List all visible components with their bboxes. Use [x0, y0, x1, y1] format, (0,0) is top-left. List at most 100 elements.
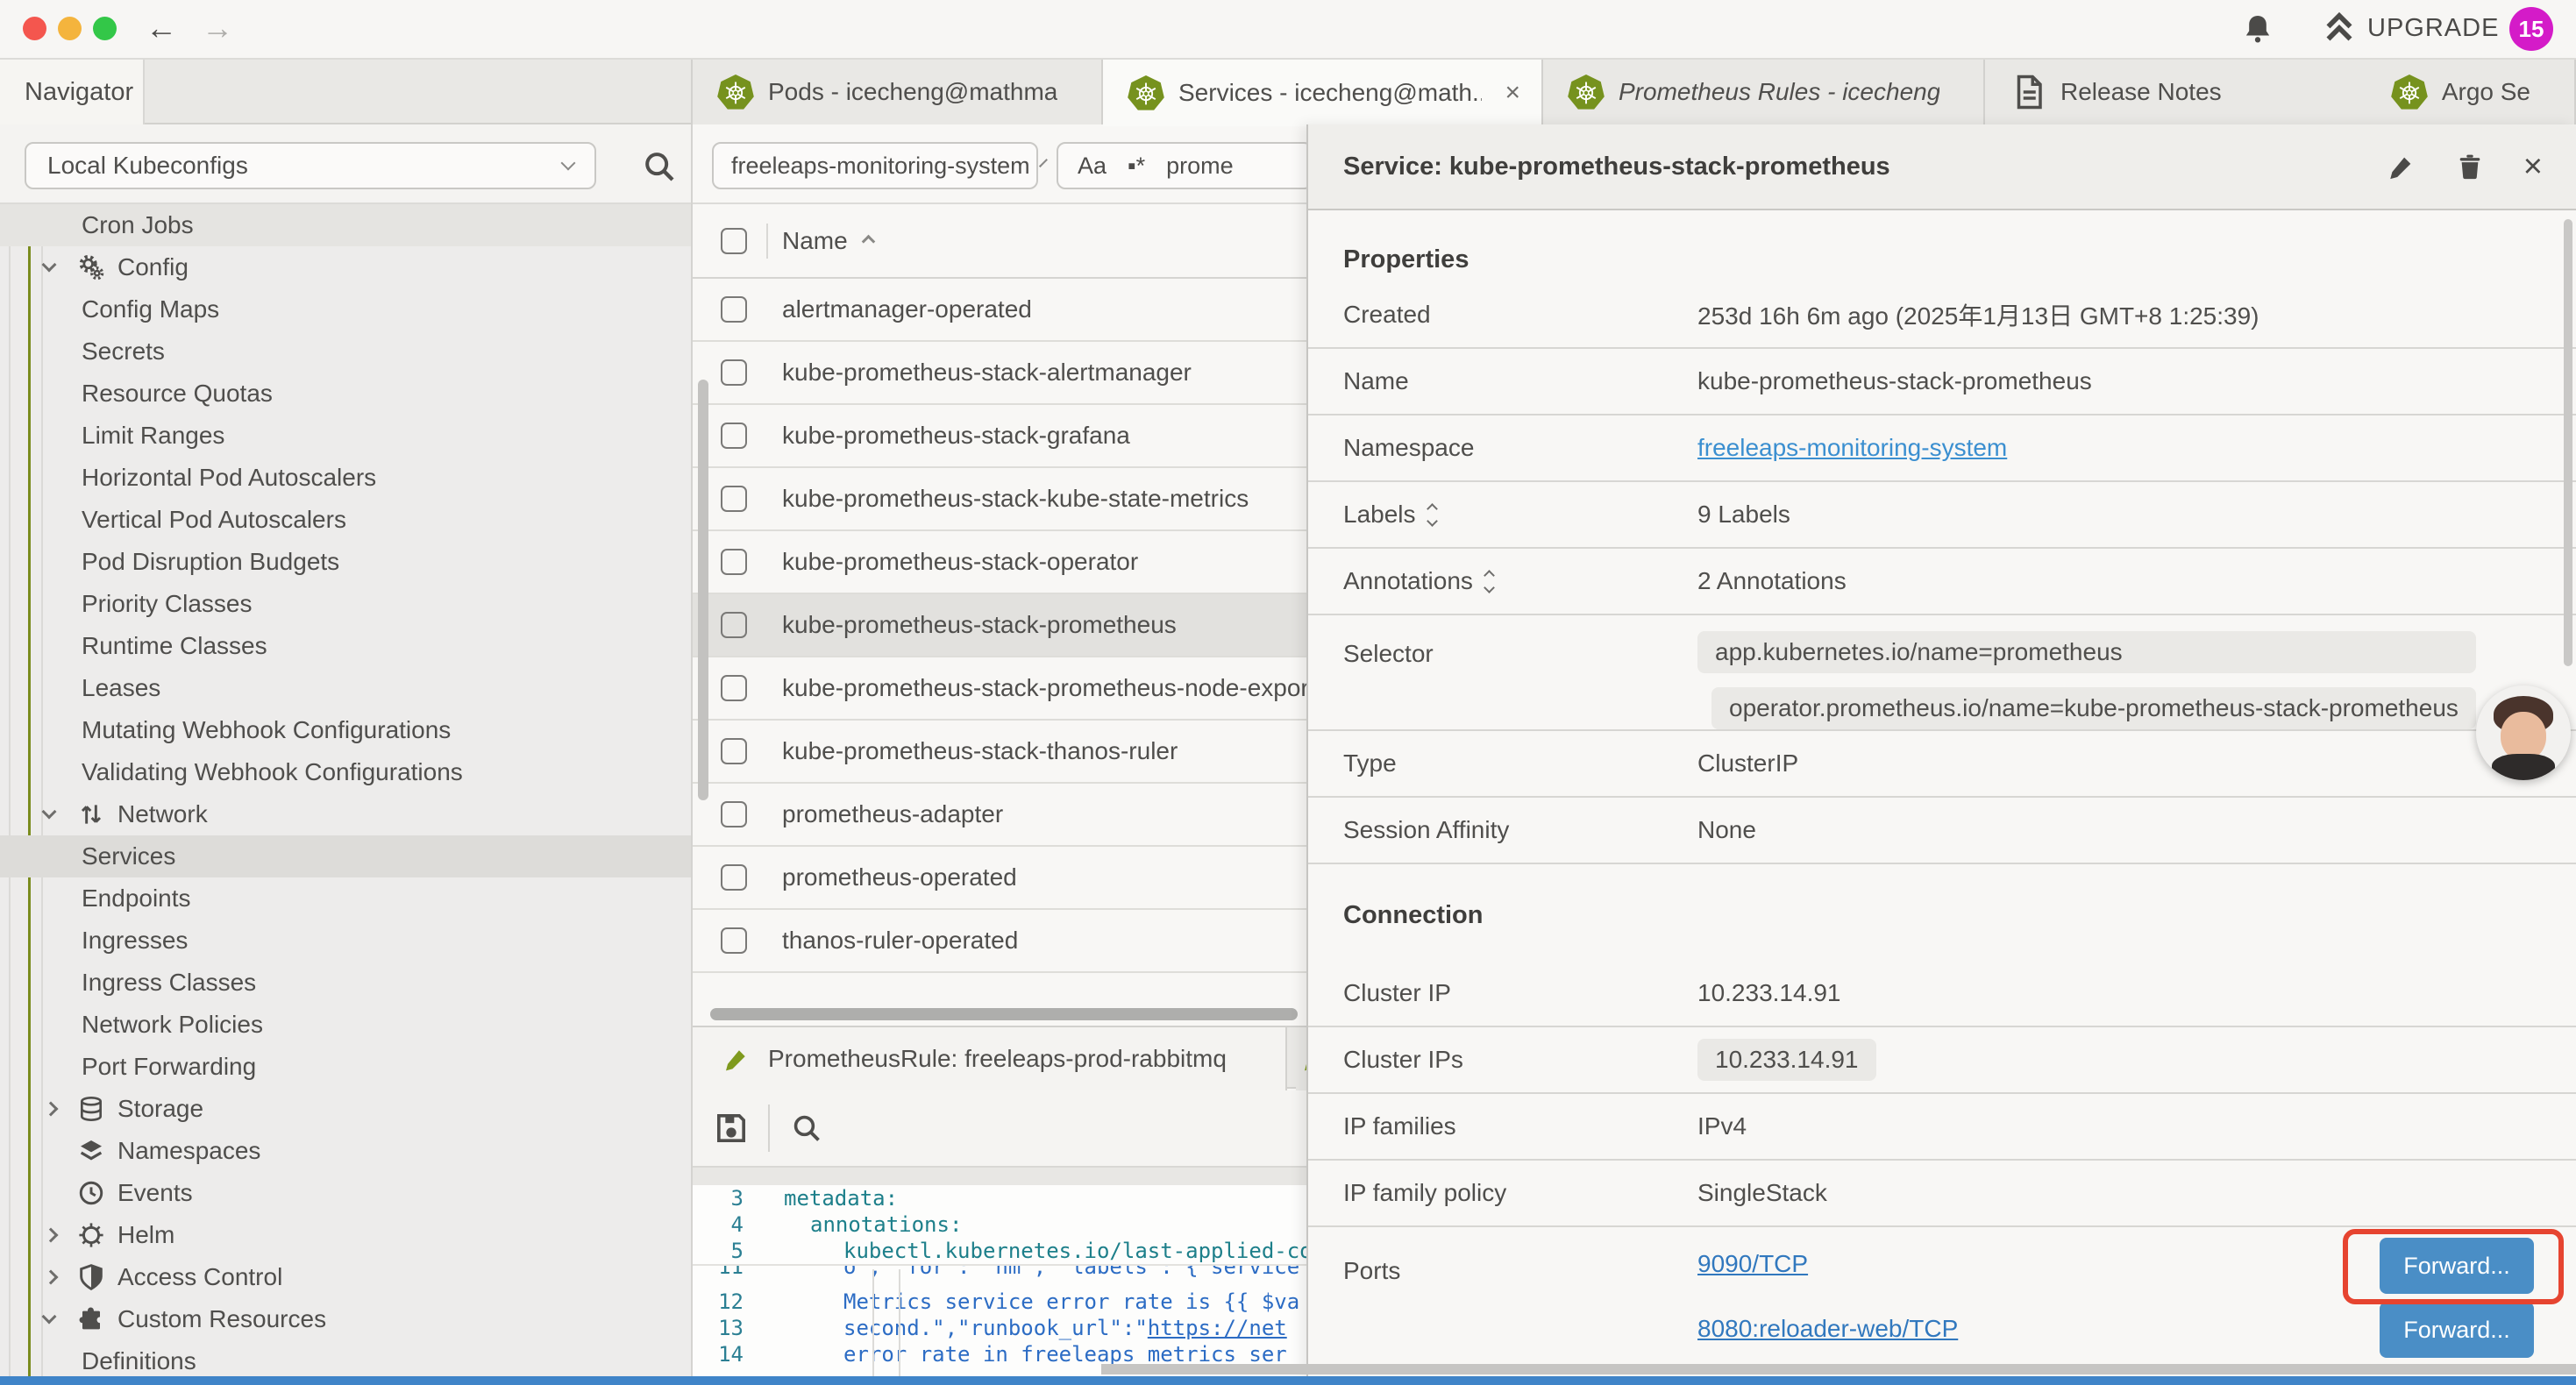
- row-checkbox[interactable]: [721, 612, 747, 638]
- match-case-toggle[interactable]: Aa: [1078, 153, 1107, 180]
- row-checkbox[interactable]: [721, 296, 747, 323]
- resource-search-input[interactable]: Aa ▪* prome: [1057, 142, 1306, 189]
- table-row[interactable]: kube-prometheus-stack-prometheus: [693, 594, 1306, 657]
- editor-tab-partial[interactable]: [1296, 1027, 1306, 1090]
- table-row[interactable]: kube-prometheus-stack-operator: [693, 531, 1306, 594]
- namespace-select[interactable]: freeleaps-monitoring-system: [712, 142, 1038, 189]
- port-link-8080[interactable]: 8080:reloader-web/TCP: [1697, 1315, 1958, 1343]
- upgrade-button[interactable]: UPGRADE: [2322, 11, 2499, 46]
- table-row[interactable]: alertmanager-operated: [693, 279, 1306, 342]
- table-row[interactable]: kube-prometheus-stack-kube-state-metrics: [693, 468, 1306, 531]
- row-checkbox[interactable]: [721, 864, 747, 891]
- notification-count-badge[interactable]: 15: [2509, 7, 2553, 51]
- tree-chevron-icon[interactable]: [44, 1190, 77, 1196]
- minimize-window-button[interactable]: [58, 17, 82, 40]
- row-checkbox[interactable]: [721, 359, 747, 386]
- sidebar-item[interactable]: Access Control: [0, 1256, 691, 1298]
- main-tab[interactable]: Prometheus Rules - icecheng...: [1543, 60, 1985, 124]
- editor-tab-prometheusrule[interactable]: PrometheusRule: freeleaps-prod-rabbitmq: [693, 1027, 1287, 1090]
- tree-chevron-icon[interactable]: [44, 1272, 77, 1282]
- expand-collapse-icon[interactable]: [1428, 505, 1436, 525]
- sidebar-scrollbar[interactable]: [698, 380, 708, 800]
- row-checkbox[interactable]: [721, 423, 747, 449]
- sidebar-item[interactable]: Mutating Webhook Configurations: [0, 709, 691, 751]
- annotations-value[interactable]: 2 Annotations: [1697, 567, 1847, 595]
- sidebar-item[interactable]: Ingress Classes: [0, 962, 691, 1004]
- sidebar-item[interactable]: Limit Ranges: [0, 415, 691, 457]
- main-tab[interactable]: Pods - icecheng@mathmas...: [693, 60, 1103, 124]
- namespace-link[interactable]: freeleaps-monitoring-system: [1697, 434, 2007, 462]
- forward-button-8080[interactable]: Forward...: [2380, 1302, 2534, 1358]
- main-tab[interactable]: Services - icecheng@math... ×: [1103, 60, 1543, 126]
- row-checkbox[interactable]: [721, 738, 747, 764]
- notifications-bell-icon[interactable]: [2241, 12, 2274, 46]
- row-checkbox[interactable]: [721, 486, 747, 512]
- tree-chevron-icon[interactable]: [44, 265, 77, 270]
- tab-navigator[interactable]: Navigator: [0, 60, 145, 124]
- sidebar-item[interactable]: Services: [0, 835, 691, 877]
- sidebar-item[interactable]: Resource Quotas: [0, 373, 691, 415]
- runbook-url-link[interactable]: https://net: [1148, 1316, 1287, 1340]
- row-checkbox[interactable]: [721, 927, 747, 954]
- sidebar-item[interactable]: Config: [0, 246, 691, 288]
- zoom-window-button[interactable]: [93, 17, 117, 40]
- kubeconfig-select[interactable]: Local Kubeconfigs: [25, 142, 596, 189]
- sidebar-item[interactable]: Leases: [0, 667, 691, 709]
- search-icon[interactable]: [642, 149, 677, 184]
- sidebar-item[interactable]: Endpoints: [0, 877, 691, 920]
- sidebar-item[interactable]: Secrets: [0, 330, 691, 373]
- tree-chevron-icon[interactable]: [44, 812, 77, 817]
- regex-toggle[interactable]: ▪*: [1128, 153, 1145, 180]
- delete-trash-icon[interactable]: [2455, 152, 2485, 181]
- yaml-editor[interactable]: 3 metadata: 4 annotations: 5 kubectl.kub…: [693, 1185, 1306, 1385]
- sidebar-item[interactable]: Helm: [0, 1214, 691, 1256]
- tree-chevron-icon[interactable]: [44, 1230, 77, 1240]
- sidebar-item[interactable]: Network Policies: [0, 1004, 691, 1046]
- table-row[interactable]: prometheus-operated: [693, 847, 1306, 910]
- tree-chevron-icon[interactable]: [44, 1104, 77, 1114]
- sidebar-item[interactable]: Network: [0, 793, 691, 835]
- sidebar-item[interactable]: Custom Resources: [0, 1298, 691, 1340]
- table-row[interactable]: kube-prometheus-stack-thanos-ruler: [693, 721, 1306, 784]
- detail-vertical-scrollbar[interactable]: [2564, 219, 2572, 666]
- row-checkbox[interactable]: [721, 675, 747, 701]
- sidebar-item[interactable]: Vertical Pod Autoscalers: [0, 499, 691, 541]
- table-row[interactable]: kube-prometheus-stack-prometheus-node-ex…: [693, 657, 1306, 721]
- labels-value[interactable]: 9 Labels: [1697, 501, 1790, 529]
- detail-horizontal-scrollbar[interactable]: [1101, 1364, 2576, 1374]
- sidebar-item[interactable]: Validating Webhook Configurations: [0, 751, 691, 793]
- back-button[interactable]: ←: [146, 11, 177, 46]
- sidebar-item[interactable]: Events: [0, 1172, 691, 1214]
- tree-chevron-icon[interactable]: [44, 1317, 77, 1322]
- select-all-checkbox[interactable]: [721, 228, 747, 254]
- table-row[interactable]: kube-prometheus-stack-alertmanager: [693, 342, 1306, 405]
- sidebar-item[interactable]: Storage: [0, 1088, 691, 1130]
- sidebar-item[interactable]: Runtime Classes: [0, 625, 691, 667]
- close-panel-icon[interactable]: ×: [2523, 152, 2543, 181]
- table-row[interactable]: kube-prometheus-stack-grafana: [693, 405, 1306, 468]
- close-window-button[interactable]: [23, 17, 46, 40]
- sidebar-item[interactable]: Ingresses: [0, 920, 691, 962]
- edit-pencil-icon[interactable]: [2387, 152, 2416, 181]
- table-row[interactable]: prometheus-adapter: [693, 784, 1306, 847]
- table-row[interactable]: thanos-ruler-operated: [693, 910, 1306, 973]
- sidebar-item[interactable]: Pod Disruption Budgets: [0, 541, 691, 583]
- save-icon[interactable]: [714, 1111, 749, 1146]
- row-checkbox[interactable]: [721, 801, 747, 827]
- row-checkbox[interactable]: [721, 549, 747, 575]
- sidebar-item[interactable]: Port Forwarding: [0, 1046, 691, 1088]
- port-link-9090[interactable]: 9090/TCP: [1697, 1250, 1958, 1278]
- avatar[interactable]: [2476, 685, 2571, 780]
- sidebar-item[interactable]: Horizontal Pod Autoscalers: [0, 457, 691, 499]
- sidebar-item[interactable]: Priority Classes: [0, 583, 691, 625]
- expand-collapse-icon[interactable]: [1485, 572, 1493, 592]
- close-tab-icon[interactable]: ×: [1496, 78, 1520, 108]
- editor-search-icon[interactable]: [791, 1112, 822, 1144]
- sidebar-item[interactable]: Cron Jobs: [0, 204, 691, 246]
- main-tab[interactable]: Release Notes: [1985, 60, 2366, 124]
- sidebar-item[interactable]: Config Maps: [0, 288, 691, 330]
- sidebar-item[interactable]: Namespaces: [0, 1130, 691, 1172]
- name-column-header[interactable]: Name: [782, 227, 848, 255]
- horizontal-scrollbar[interactable]: [710, 1008, 1298, 1020]
- tree-chevron-icon[interactable]: [44, 1148, 77, 1154]
